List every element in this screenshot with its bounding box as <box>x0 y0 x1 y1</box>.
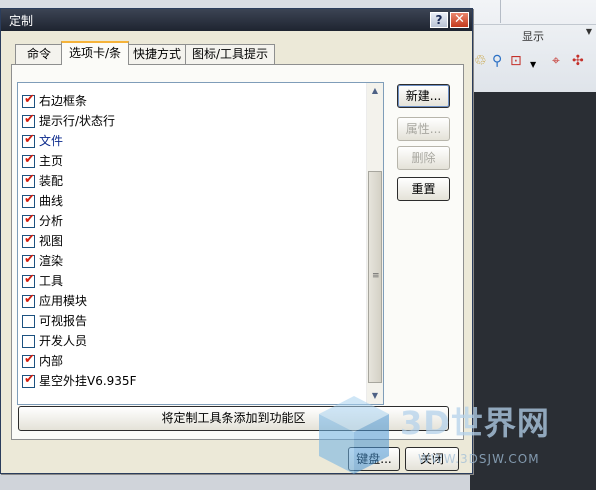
grip-icon: ≡ <box>372 271 380 281</box>
item-checkbox[interactable]: ✔ <box>22 272 35 288</box>
item-label: 曲线 <box>39 194 64 208</box>
item-checkbox[interactable]: ✔ <box>22 192 35 208</box>
list-item[interactable]: ✔ 渲染 <box>21 251 366 271</box>
item-label: 开发人员 <box>39 334 88 348</box>
checkmark-icon: ✔ <box>24 352 35 367</box>
checkmark-icon: ✔ <box>24 372 35 387</box>
checkmark-icon: ✔ <box>24 212 35 227</box>
list-item[interactable]: ✔ 提示行/状态行 <box>21 111 366 131</box>
list-item[interactable]: ✔ 星空外挂V6.935F <box>21 371 366 391</box>
delete-button[interactable]: 删除 <box>397 146 450 170</box>
point-icon[interactable]: ⊡ <box>510 53 522 69</box>
list-item[interactable]: ✔ 文件 <box>21 131 366 151</box>
background-toolbar: ♲ ⚲ ⊡ ▼ ⌖ ✣ <box>470 45 596 89</box>
list-scrollbar[interactable]: ▲ ≡ ▼ <box>366 83 383 404</box>
crosshair-icon[interactable]: ⌖ <box>552 53 560 69</box>
item-checkbox[interactable]: ✔ <box>22 152 35 168</box>
list-item[interactable]: ✔ 装配 <box>21 171 366 191</box>
list-item[interactable]: ✔ 右边框条 <box>21 91 366 111</box>
item-checkbox[interactable]: ✔ <box>22 252 35 268</box>
item-label: 右边框条 <box>39 94 88 108</box>
item-label: 分析 <box>39 214 64 228</box>
list-item[interactable]: ✔ 主页 <box>21 151 366 171</box>
item-label: 可视报告 <box>39 314 88 328</box>
tab-commands[interactable]: 命令 <box>15 44 63 64</box>
checkmark-icon: ✔ <box>24 252 35 267</box>
list-item[interactable]: ✔ 视图 <box>21 231 366 251</box>
item-label: 星空外挂V6.935F <box>39 374 137 388</box>
item-checkbox[interactable]: ✔ <box>22 172 35 188</box>
item-label: 主页 <box>39 154 64 168</box>
list-item[interactable]: 可视报告 <box>21 311 366 331</box>
watermark-url: WWW.3DSJW.COM <box>418 452 540 466</box>
list-item[interactable]: 开发人员 <box>21 331 366 351</box>
ribbon-divider <box>500 0 501 23</box>
item-checkbox[interactable]: ✔ <box>22 92 35 108</box>
item-checkbox[interactable]: ✔ <box>22 292 35 308</box>
item-checkbox[interactable]: ✔ <box>22 212 35 228</box>
title-bar[interactable]: 定制 ? ✕ <box>1 9 472 31</box>
checkmark-icon: ✔ <box>24 292 35 307</box>
snap-icon[interactable]: ♲ <box>474 53 487 69</box>
list-item[interactable]: ✔ 分析 <box>21 211 366 231</box>
checkmark-icon: ✔ <box>24 172 35 187</box>
item-label: 工具 <box>39 274 64 288</box>
scroll-up-icon[interactable]: ▲ <box>368 83 382 98</box>
close-icon[interactable]: ✕ <box>450 12 469 28</box>
properties-button[interactable]: 属性... <box>397 117 450 141</box>
tab-icons-tooltips[interactable]: 图标/工具提示 <box>185 44 275 64</box>
item-checkbox[interactable]: ✔ <box>22 372 35 388</box>
checkmark-icon: ✔ <box>24 272 35 287</box>
toolbar-list[interactable]: ✔ 右边框条 ✔ 提示行/状态行 ✔ 文件 ✔ 主页 ✔ 装配 ✔ 曲线 ✔ 分析 ✔ 视图 ✔ 渲染 ✔ 工具 ✔ 应用… <box>17 82 384 405</box>
item-label: 内部 <box>39 354 64 368</box>
list-item[interactable]: ✔ 应用模块 <box>21 291 366 311</box>
tab-toolbars[interactable]: 选项卡/条 <box>61 41 129 65</box>
watermark-text: 3D世界网 <box>400 404 550 442</box>
item-checkbox[interactable] <box>22 335 35 348</box>
item-checkbox[interactable]: ✔ <box>22 352 35 368</box>
item-checkbox[interactable]: ✔ <box>22 232 35 248</box>
item-label: 装配 <box>39 174 64 188</box>
item-label: 渲染 <box>39 254 64 268</box>
dialog-title: 定制 <box>9 14 34 28</box>
list-item[interactable]: ✔ 曲线 <box>21 191 366 211</box>
list-item[interactable]: ✔ 工具 <box>21 271 366 291</box>
scroll-thumb[interactable]: ≡ <box>368 171 382 383</box>
reset-button[interactable]: 重置 <box>397 177 450 201</box>
checkmark-icon: ✔ <box>24 232 35 247</box>
item-label: 应用模块 <box>39 294 88 308</box>
item-label: 提示行/状态行 <box>39 114 116 128</box>
item-checkbox[interactable] <box>22 315 35 328</box>
checkmark-icon: ✔ <box>24 192 35 207</box>
item-label: 视图 <box>39 234 64 248</box>
tab-shortcuts[interactable]: 快捷方式 <box>128 44 186 64</box>
filter-icon[interactable]: ⚲ <box>492 53 502 69</box>
checkmark-icon: ✔ <box>24 152 35 167</box>
checkmark-icon: ✔ <box>24 92 35 107</box>
ribbon-group-label: 显示 <box>470 24 596 44</box>
watermark-logo <box>319 396 389 474</box>
item-checkbox[interactable]: ✔ <box>22 132 35 148</box>
checkmark-icon: ✔ <box>24 132 35 147</box>
intersect-icon[interactable]: ✣ <box>572 53 584 69</box>
dropdown-arrow-icon[interactable]: ▼ <box>530 57 536 73</box>
list-item[interactable]: ✔ 内部 <box>21 351 366 371</box>
item-label: 文件 <box>39 134 64 148</box>
help-button[interactable]: ? <box>430 12 448 28</box>
ribbon-chevron-icon[interactable]: ▼ <box>586 27 592 36</box>
new-button[interactable]: 新建... <box>397 84 450 108</box>
checkmark-icon: ✔ <box>24 112 35 127</box>
background-bottom <box>0 474 470 490</box>
item-checkbox[interactable]: ✔ <box>22 112 35 128</box>
